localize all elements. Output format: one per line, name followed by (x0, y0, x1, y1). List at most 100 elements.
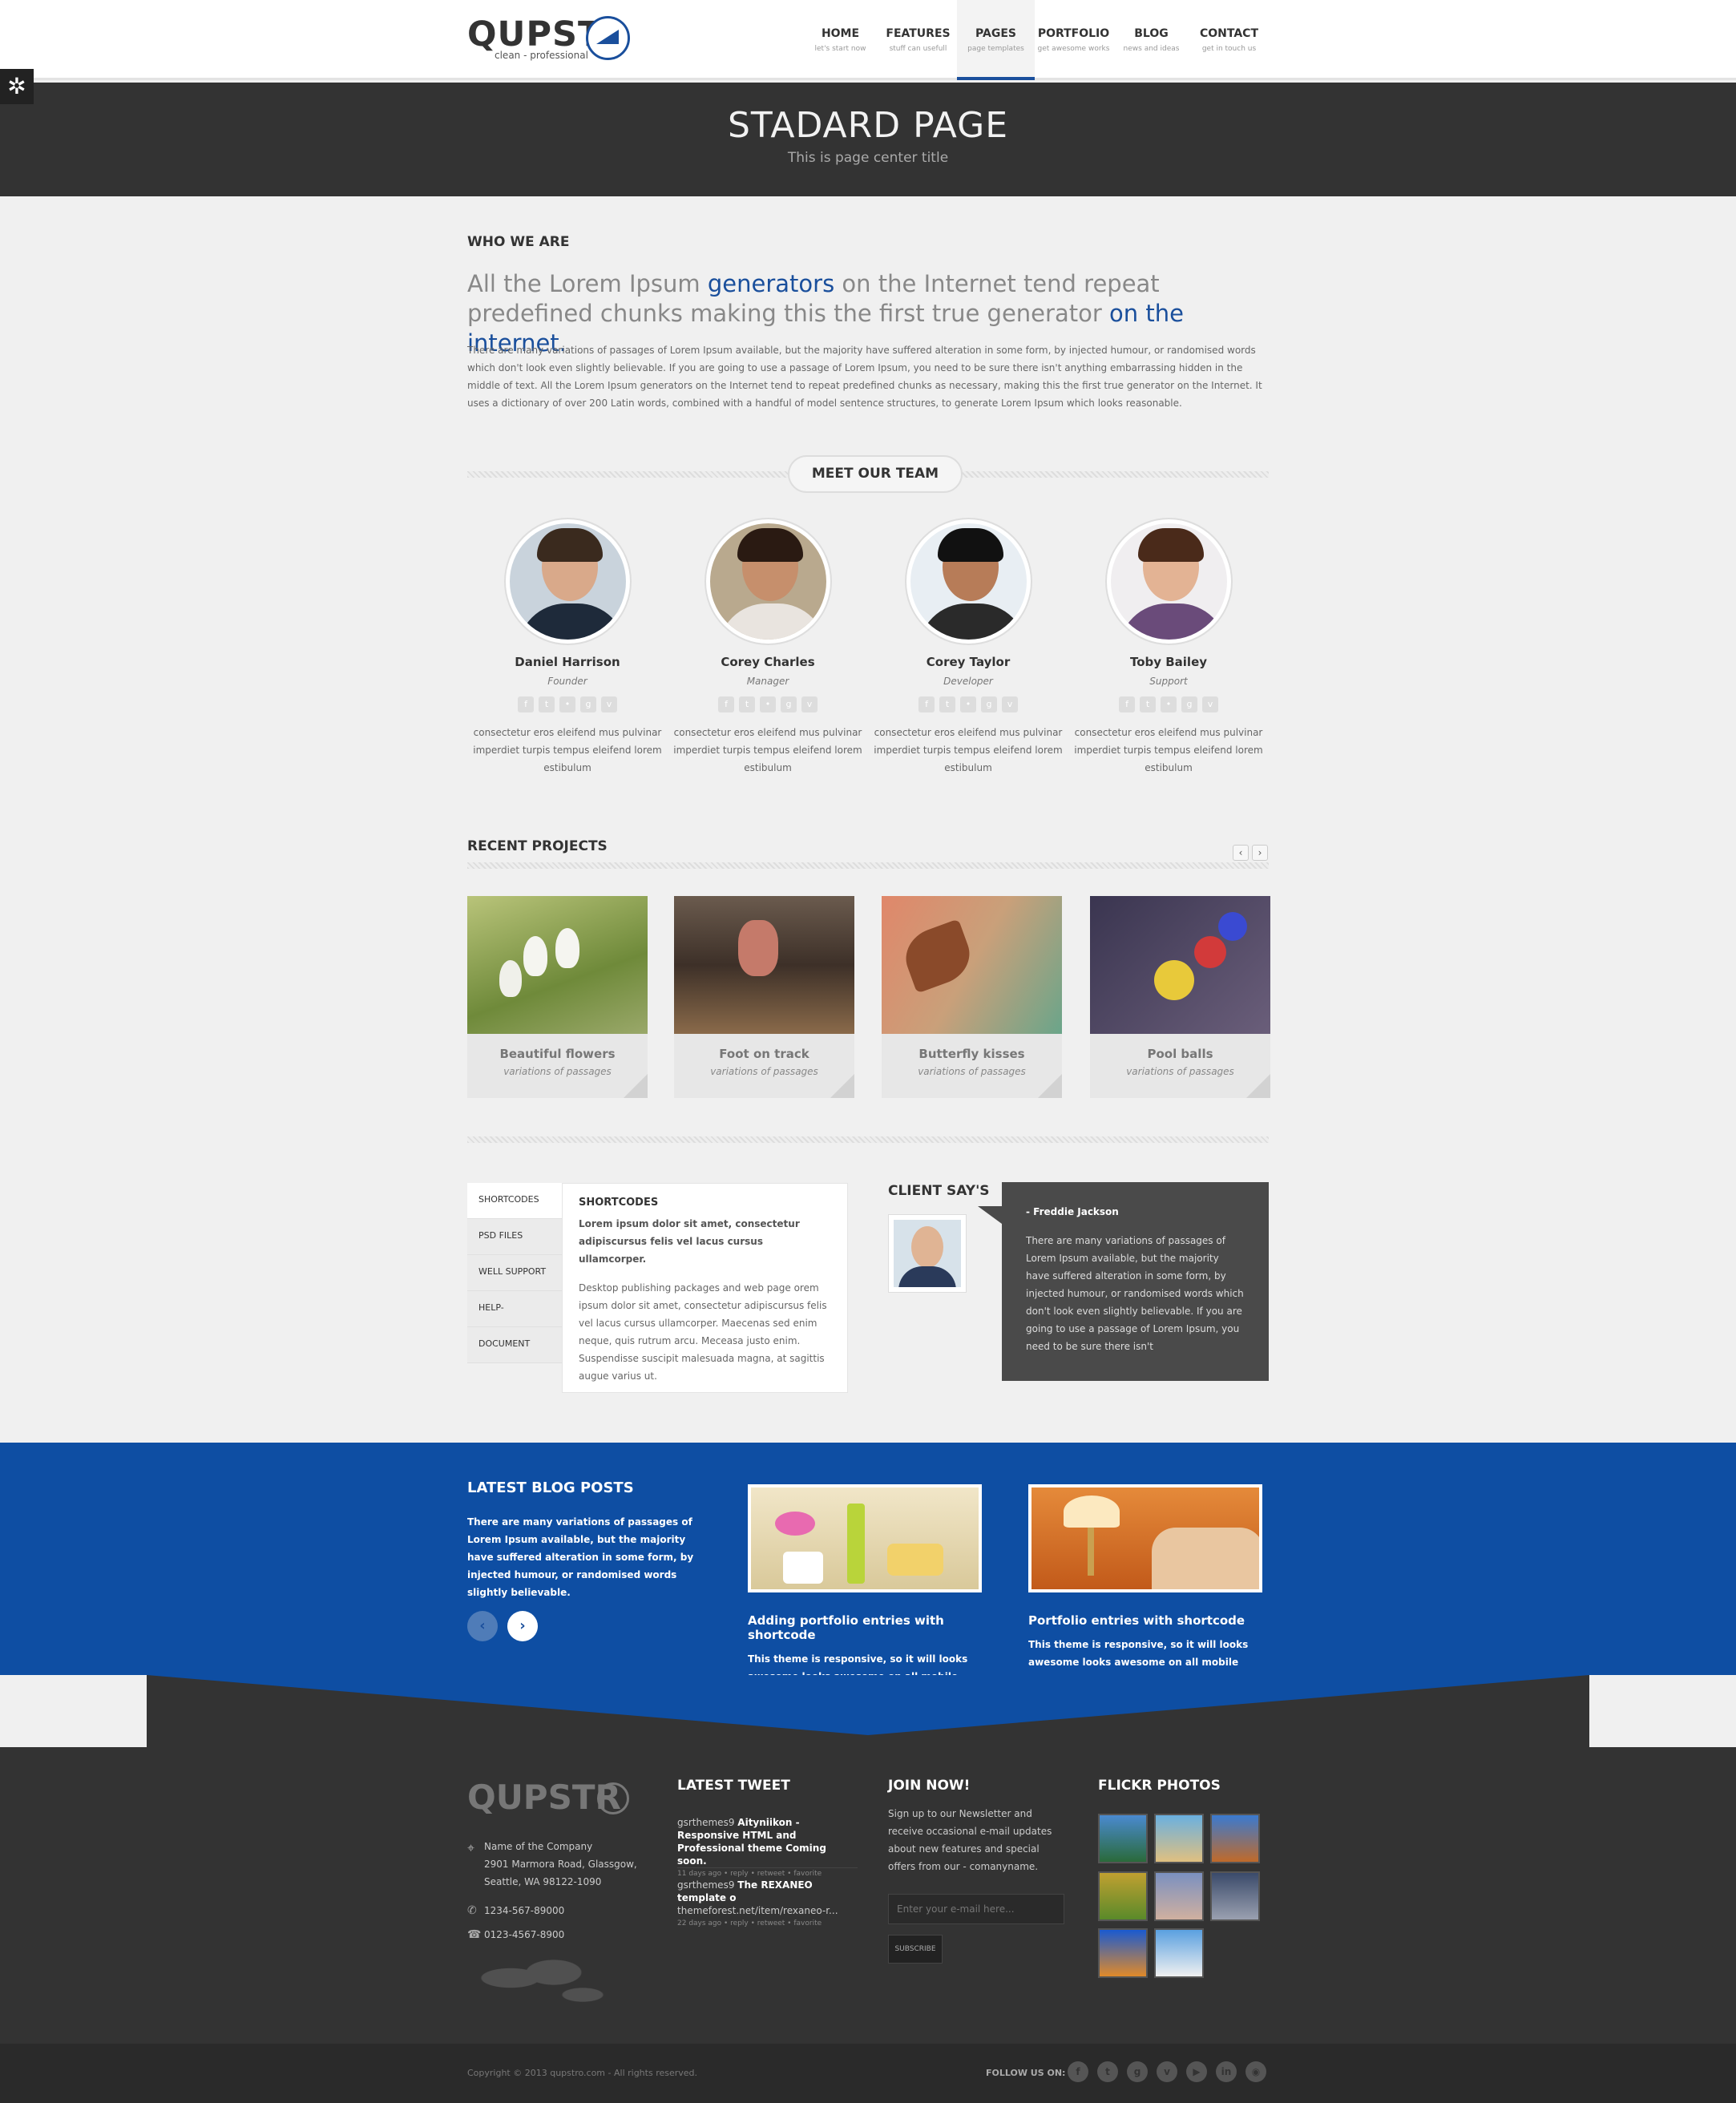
flickr-icon[interactable]: • (559, 696, 575, 712)
tab-content-title: SHORTCODES (579, 1197, 659, 1209)
flickr-photo[interactable] (1154, 1871, 1204, 1921)
nav-sublabel: let's start now (814, 45, 866, 53)
nav-features[interactable]: FEATURES stuff can usefull (879, 0, 957, 80)
vimeo-icon[interactable]: v (1202, 696, 1218, 712)
tab-document[interactable]: DOCUMENT (467, 1327, 562, 1363)
subscribe-button[interactable]: SUBSCRIBE (888, 1935, 943, 1964)
tab-help[interactable]: HELP- (467, 1291, 562, 1327)
site-logo[interactable]: QUPSTR clean - professional (467, 14, 636, 64)
vimeo-icon[interactable]: v (1157, 2061, 1177, 2082)
rss-icon[interactable]: ◉ (1245, 2061, 1266, 2082)
flickr-icon[interactable]: • (1161, 696, 1177, 712)
flickr-icon[interactable]: • (960, 696, 976, 712)
team-member: Corey Charles Manager f t • g v consectetur … (668, 519, 868, 777)
twitter-icon[interactable]: t (1140, 696, 1156, 712)
gear-icon[interactable]: ✲ (0, 69, 34, 104)
avatar[interactable] (906, 519, 1031, 644)
tab-content: SHORTCODES Lorem ipsum dolor sit amet, c… (562, 1183, 848, 1393)
flickr-photo[interactable] (1154, 1814, 1204, 1863)
avatar[interactable] (505, 519, 630, 644)
location-pin-icon: ⌖ (467, 1840, 475, 1855)
flickr-photo[interactable] (1210, 1871, 1260, 1921)
nav-contact[interactable]: CONTACT get in touch us (1190, 0, 1268, 80)
twitter-icon[interactable]: t (539, 696, 555, 712)
nav-sublabel: stuff can usefull (889, 45, 947, 53)
linkedin-icon[interactable]: in (1216, 2061, 1237, 2082)
tab-shortcodes[interactable]: SHORTCODES (467, 1183, 562, 1219)
tweet-user[interactable]: gsrthemes9 (677, 1879, 734, 1891)
project-card[interactable]: Pool balls variations of passages (1090, 896, 1270, 1098)
facebook-icon[interactable]: f (718, 696, 734, 712)
google-plus-icon[interactable]: g (781, 696, 797, 712)
project-card[interactable]: Foot on track variations of passages (674, 896, 854, 1098)
facebook-icon[interactable]: f (518, 696, 534, 712)
address-line: 2901 Marmora Road, Glassgow, (484, 1859, 637, 1870)
tweet: gsrthemes9 Aityniikon - Responsive HTML … (677, 1816, 858, 1880)
blog-post[interactable]: Adding portfolio entries with shortcode … (748, 1484, 982, 1703)
facebook-icon[interactable]: f (1068, 2061, 1088, 2082)
nav-portfolio[interactable]: PORTFOLIO get awesome works (1035, 0, 1112, 80)
youtube-icon[interactable]: ▶ (1186, 2061, 1207, 2082)
fax-icon: ☎ (467, 1928, 482, 1941)
project-card[interactable]: Butterfly kisses variations of passages (882, 896, 1062, 1098)
tab-well-support[interactable]: WELL SUPPORT (467, 1255, 562, 1291)
member-desc: consectetur eros eleifend mus pulvinar i… (673, 727, 862, 773)
flickr-photo[interactable] (1210, 1814, 1260, 1863)
footer-fax: 0123-4567-8900 (484, 1929, 565, 1940)
tab-psd-files[interactable]: PSD FILES (467, 1219, 562, 1255)
tabs-widget: SHORTCODES PSD FILES WELL SUPPORT HELP- … (467, 1183, 848, 1393)
nav-sublabel: get in touch us (1201, 45, 1257, 53)
vimeo-icon[interactable]: v (601, 696, 617, 712)
flickr-photo[interactable] (1098, 1814, 1148, 1863)
flickr-icon[interactable]: • (760, 696, 776, 712)
quote-author: - Freddie Jackson (1026, 1206, 1119, 1217)
vimeo-icon[interactable]: v (1002, 696, 1018, 712)
bottom-bar (0, 2044, 1736, 2103)
blog-prev-button[interactable]: ‹ (467, 1611, 498, 1641)
google-plus-icon[interactable]: g (1181, 696, 1197, 712)
blog-next-button[interactable]: › (507, 1611, 538, 1641)
tweet-user[interactable]: gsrthemes9 (677, 1817, 734, 1828)
avatar[interactable] (1106, 519, 1231, 644)
project-subtitle: variations of passages (1126, 1066, 1234, 1077)
flickr-photo[interactable] (1154, 1928, 1204, 1978)
google-plus-icon[interactable]: g (981, 696, 997, 712)
member-role: Founder (547, 676, 587, 687)
nav-sublabel: get awesome works (1037, 45, 1110, 53)
tweet-meta[interactable]: 22 days ago • reply • retweet • favorite (677, 1917, 858, 1930)
avatar[interactable] (705, 519, 830, 644)
member-name: Corey Taylor (926, 655, 1011, 669)
lead-highlight[interactable]: generators (708, 270, 834, 297)
flickr-photo[interactable] (1098, 1871, 1148, 1921)
blog-post[interactable]: Portfolio entries with shortcode This th… (1028, 1484, 1262, 1689)
nav-pages[interactable]: PAGES page templates (957, 0, 1035, 80)
twitter-icon[interactable]: t (939, 696, 955, 712)
team-member: Daniel Harrison Founder f t • g v consectetu… (467, 519, 668, 777)
team-member: Corey Taylor Developer f t • g v consectetur… (868, 519, 1068, 777)
tweet-link[interactable]: themeforest.net/item/rexaneo-r... (677, 1905, 838, 1916)
project-image (467, 896, 648, 1034)
blog-post-image (1028, 1484, 1262, 1592)
twitter-icon[interactable]: t (1097, 2061, 1118, 2082)
member-social: f t • g v (868, 696, 1068, 712)
blog-post-title[interactable]: Adding portfolio entries with shortcode (748, 1613, 982, 1642)
facebook-icon[interactable]: f (1119, 696, 1135, 712)
project-card[interactable]: Beautiful flowers variations of passages (467, 896, 648, 1098)
google-plus-icon[interactable]: g (580, 696, 596, 712)
nav-blog[interactable]: BLOG news and ideas (1112, 0, 1190, 80)
projects-prev-button[interactable]: ‹ (1233, 845, 1249, 861)
blog-heading: LATEST BLOG POSTS (467, 1479, 634, 1496)
projects-next-button[interactable]: › (1252, 845, 1268, 861)
client-says-heading: CLIENT SAY'S (888, 1183, 990, 1199)
nav-label: BLOG (1134, 27, 1169, 40)
twitter-icon[interactable]: t (739, 696, 755, 712)
facebook-icon[interactable]: f (918, 696, 935, 712)
nav-home[interactable]: HOME let's start now (801, 0, 879, 80)
tab-content-text: Desktop publishing packages and web page… (579, 1282, 827, 1382)
flickr-photo[interactable] (1098, 1928, 1148, 1978)
google-plus-icon[interactable]: g (1127, 2061, 1148, 2082)
blog-post-title[interactable]: Portfolio entries with shortcode (1028, 1613, 1262, 1628)
newsletter-email-input[interactable] (888, 1894, 1064, 1924)
vimeo-icon[interactable]: v (801, 696, 818, 712)
project-image (674, 896, 854, 1034)
